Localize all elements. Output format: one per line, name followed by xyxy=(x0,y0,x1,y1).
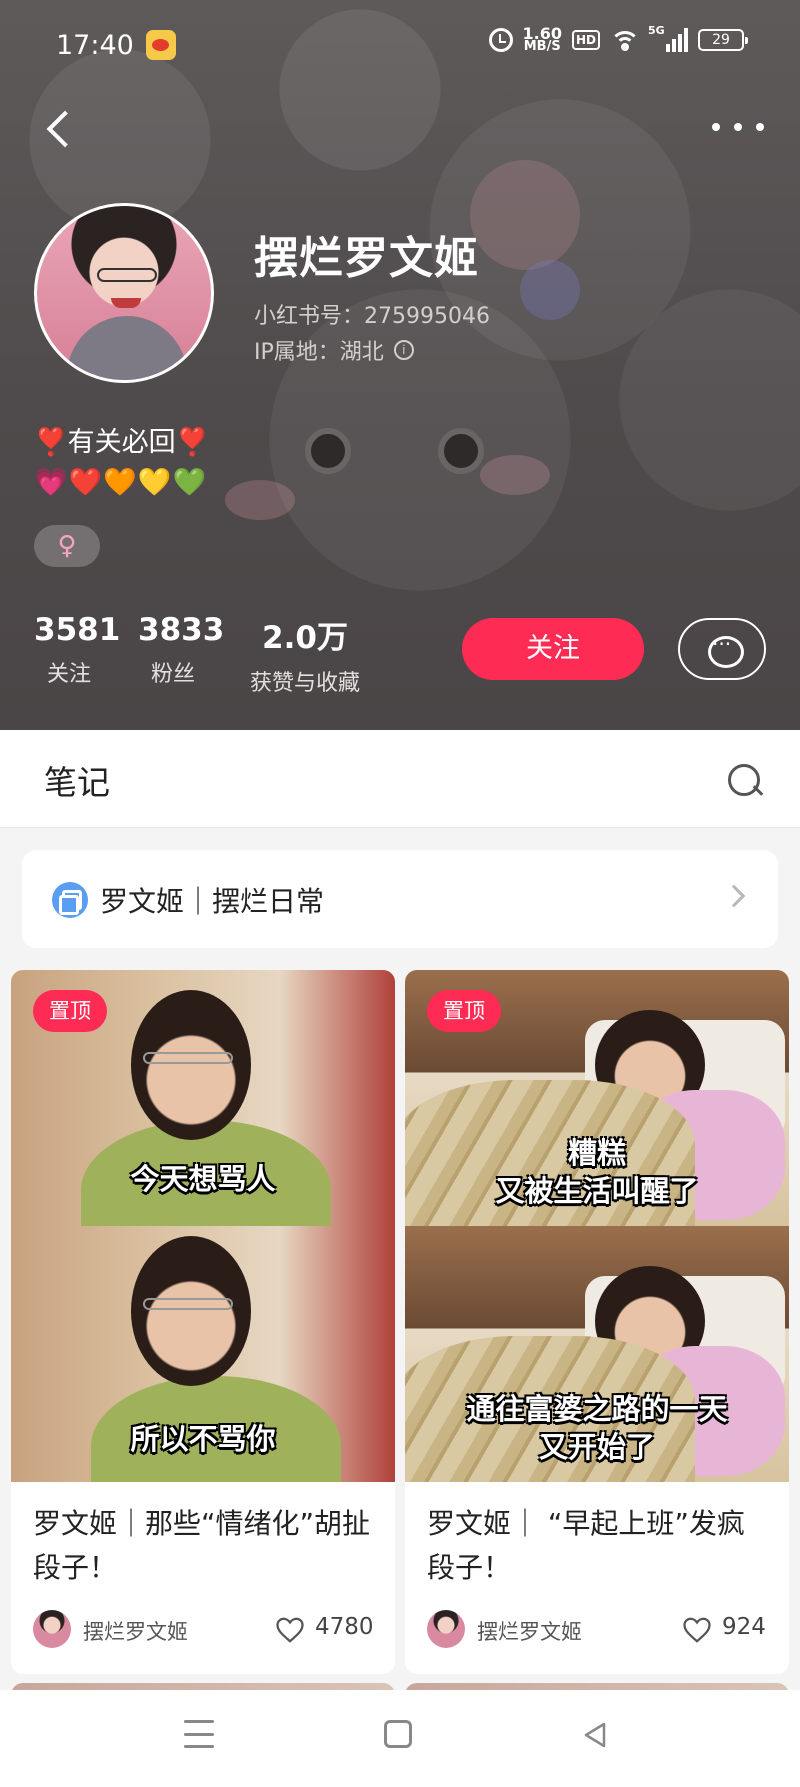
network-type-label: 5G xyxy=(648,24,665,37)
stat-following[interactable]: 3581 关注 xyxy=(34,612,121,688)
note-title: 罗文姬｜ “早起上班”发疯段子！ xyxy=(427,1507,745,1584)
author-name[interactable]: 摆烂罗文姬 xyxy=(477,1616,582,1646)
author-avatar[interactable] xyxy=(427,1610,465,1648)
meme-caption-line: 通往富婆之路的一天 xyxy=(466,1392,728,1426)
system-navigation-bar xyxy=(0,1690,800,1787)
note-card[interactable]: 糟糕 又被生活叫醒了 通往富婆之路的一天 又开始了 置顶 罗文姬｜ “早起上班”… xyxy=(405,970,789,1674)
back-button[interactable] xyxy=(38,104,78,154)
stat-label: 获赞与收藏 xyxy=(249,671,360,696)
stat-likes-and-collects[interactable]: 2.0万 获赞与收藏 xyxy=(240,612,370,697)
profile-avatar[interactable] xyxy=(34,203,214,383)
info-icon[interactable]: i xyxy=(393,340,414,360)
profile-ip-location: IP属地：湖北 i xyxy=(254,334,414,366)
meme-caption: 今天想骂人 xyxy=(130,1162,276,1196)
meme-caption-line: 又被生活叫醒了 xyxy=(495,1174,699,1208)
meme-caption-line: 糟糕 xyxy=(567,1136,626,1170)
profile-bio-emoji-line: 💗❤️🧡💛💚 xyxy=(34,467,208,498)
stat-value: 2.0万 xyxy=(262,620,348,656)
more-options-button[interactable] xyxy=(712,112,764,142)
battery-icon: 29 xyxy=(698,29,748,51)
author-avatar[interactable] xyxy=(33,1610,71,1648)
meme-caption: 所以不骂你 xyxy=(130,1422,276,1456)
ip-location-text: IP属地：湖北 xyxy=(254,340,384,365)
note-cover-image: 今天想骂人 所以不骂你 xyxy=(11,970,395,1482)
tab-notes[interactable]: 笔记 xyxy=(44,756,110,804)
background-decoration xyxy=(305,428,351,474)
note-title: 罗文姬｜那些“情绪化”胡扯段子！ xyxy=(33,1507,371,1584)
meme-caption-line: 又开始了 xyxy=(538,1430,655,1464)
network-speed: 1.60 MB/S xyxy=(523,26,562,54)
profile-bio-line: ❣️有关必回❣️ xyxy=(34,427,210,458)
stat-label: 关注 xyxy=(46,662,91,687)
profile-nickname: 摆烂罗文姬 xyxy=(254,233,479,284)
background-decoration xyxy=(225,480,295,520)
wifi-icon xyxy=(610,29,640,51)
alarm-icon xyxy=(488,28,513,52)
background-decoration xyxy=(480,455,550,495)
meme-panel: 通往富婆之路的一天 又开始了 xyxy=(405,1226,789,1482)
collection-title: 罗文姬｜摆烂日常 xyxy=(100,885,325,918)
network-speed-unit: MB/S xyxy=(523,39,561,54)
collection-icon xyxy=(52,882,88,918)
chevron-right-icon xyxy=(722,884,746,908)
heart-icon[interactable] xyxy=(275,1616,305,1644)
message-button[interactable] xyxy=(678,618,766,680)
stat-label: 粉丝 xyxy=(150,662,195,687)
author-name[interactable]: 摆烂罗文姬 xyxy=(83,1616,188,1646)
recent-apps-icon[interactable] xyxy=(184,1720,214,1748)
search-icon[interactable] xyxy=(724,760,764,800)
collection-banner[interactable]: 罗文姬｜摆烂日常 xyxy=(22,850,778,948)
pinned-badge: 置顶 xyxy=(427,990,501,1032)
profile-user-id: 小红书号：275995046 xyxy=(254,304,490,329)
profile-header: 17:40 1.60 MB/S HD 5G 29 摆烂罗文姬 小红书号：2759… xyxy=(0,0,800,730)
status-bar: 17:40 1.60 MB/S HD 5G 29 xyxy=(0,0,800,92)
note-card[interactable]: 今天想骂人 所以不骂你 置顶 罗文姬｜那些“情绪化”胡扯段子！ 摆烂罗文姬 47… xyxy=(11,970,395,1674)
meme-caption: 通往富婆之路的一天 又开始了 xyxy=(405,1390,789,1466)
status-icons: 1.60 MB/S HD 5G 29 xyxy=(488,24,748,54)
heart-icon[interactable] xyxy=(682,1616,712,1644)
stat-value: 3833 xyxy=(138,612,225,648)
status-time: 17:40 xyxy=(56,30,134,61)
cellular-signal-icon: 5G xyxy=(648,24,688,52)
background-decoration xyxy=(438,428,484,474)
background-decoration xyxy=(470,160,580,270)
pinned-badge: 置顶 xyxy=(33,990,107,1032)
note-cover-image: 糟糕 又被生活叫醒了 通往富婆之路的一天 又开始了 xyxy=(405,970,789,1482)
meme-panel: 所以不骂你 xyxy=(11,1226,395,1482)
hd-badge: HD xyxy=(571,30,600,50)
weibo-notification-icon xyxy=(146,30,176,60)
like-count: 4780 xyxy=(315,1614,374,1640)
follow-button[interactable]: 关注 xyxy=(462,618,644,680)
notes-tab-bar: 笔记 xyxy=(0,730,800,828)
background-decoration xyxy=(520,260,580,320)
meme-caption: 糟糕 又被生活叫醒了 xyxy=(405,1134,789,1210)
stat-followers[interactable]: 3833 粉丝 xyxy=(138,612,225,688)
like-count: 924 xyxy=(722,1614,766,1640)
home-icon[interactable] xyxy=(384,1720,412,1748)
stat-value: 3581 xyxy=(34,612,121,648)
gender-female-badge: ♀ xyxy=(34,525,100,567)
